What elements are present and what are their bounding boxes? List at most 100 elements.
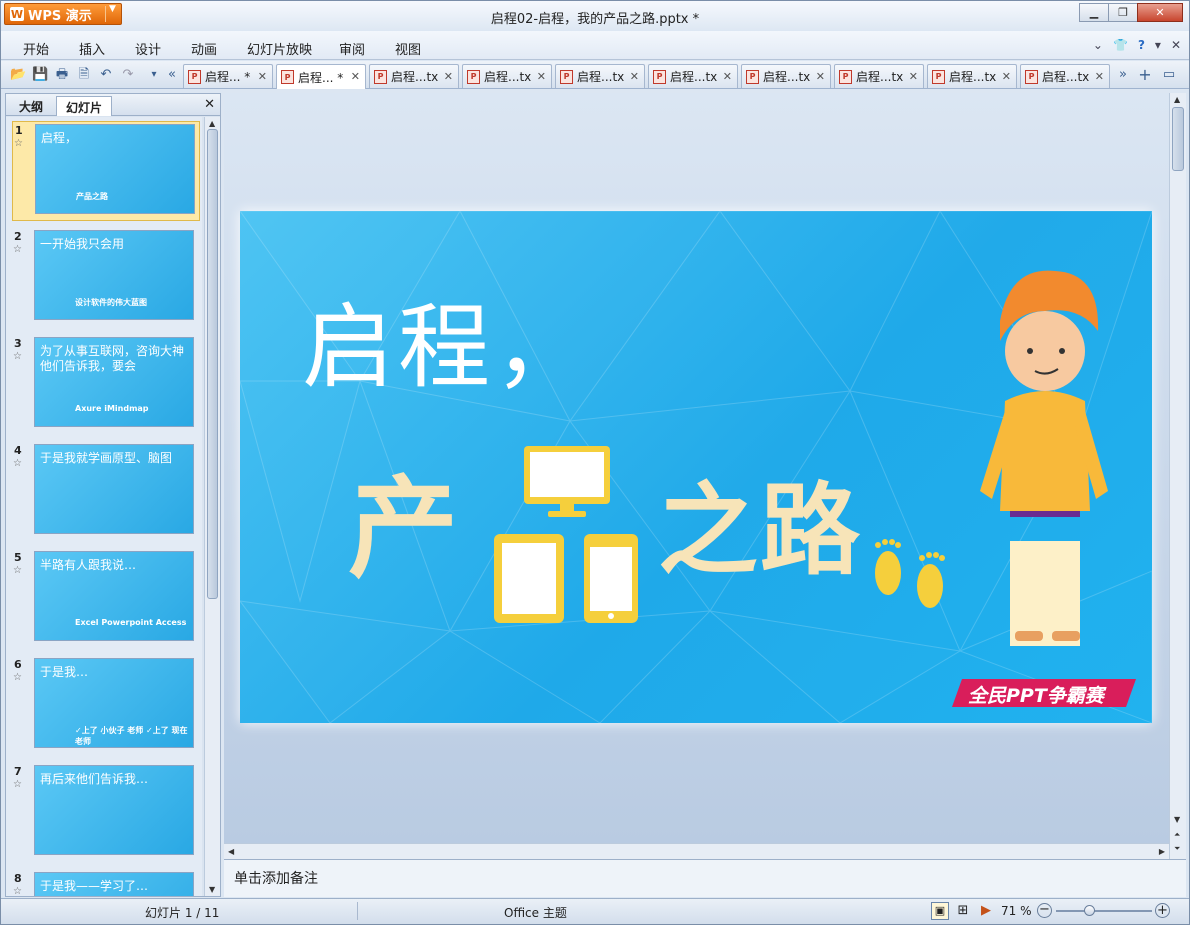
- slide-thumbnail[interactable]: 8 ☆ 于是我——学习了…: [12, 870, 200, 896]
- document-tab[interactable]: P 启程...tx ✕: [369, 64, 459, 88]
- thumbnail-list[interactable]: 1 ☆ 启程， 产品之路 2 ☆ 一开始我只会用 设计软件的伟大蓝图 3 ☆ 为了从事互联网，咨询大…: [6, 117, 202, 896]
- menu-home[interactable]: 开始: [23, 39, 49, 58]
- open-folder-icon[interactable]: 📂: [10, 67, 26, 83]
- slide-number: 6: [14, 658, 22, 671]
- zoom-out-icon[interactable]: −: [1037, 903, 1052, 918]
- document-tab[interactable]: P 启程...tx ✕: [927, 64, 1017, 88]
- slide-thumbnail[interactable]: 7 ☆ 再后来他们告诉我…: [12, 763, 200, 863]
- panel-scrollbar-thumb[interactable]: [207, 129, 218, 599]
- close-icon[interactable]: ✕: [1171, 38, 1181, 52]
- slide-thumbnail[interactable]: 5 ☆ 半路有人跟我说… Excel Powerpoint Access: [12, 549, 200, 649]
- document-tab[interactable]: P 启程...tx ✕: [555, 64, 645, 88]
- skin-icon[interactable]: 👕: [1113, 38, 1128, 52]
- print-preview-icon[interactable]: 🗎: [76, 67, 92, 83]
- minimize-button[interactable]: ▁: [1079, 3, 1109, 22]
- menu-animation[interactable]: 动画: [191, 39, 217, 58]
- tab-outline[interactable]: 大纲: [10, 96, 52, 116]
- slide-thumbnail[interactable]: 4 ☆ 于是我就学画原型、脑图: [12, 442, 200, 542]
- close-tab-icon[interactable]: ✕: [258, 70, 267, 83]
- document-tab[interactable]: P 启程...tx ✕: [834, 64, 924, 88]
- slide-thumbnail[interactable]: 3 ☆ 为了从事互联网，咨询大神他们告诉我，要会 Axure iMindmap: [12, 335, 200, 435]
- document-tab[interactable]: P 启程...tx ✕: [648, 64, 738, 88]
- slide-subtitle-right[interactable]: 之路: [658, 449, 862, 594]
- menu-design[interactable]: 设计: [135, 39, 161, 58]
- slide-sorter-icon[interactable]: ⊞: [954, 902, 972, 920]
- slide-title[interactable]: 启程，: [302, 273, 590, 406]
- zoom-in-icon[interactable]: +: [1155, 903, 1170, 918]
- close-tab-icon[interactable]: ✕: [444, 70, 453, 83]
- animation-star-icon: ☆: [13, 458, 22, 469]
- scroll-down-icon[interactable]: ▼: [1174, 815, 1180, 824]
- slide-thumbnail-image[interactable]: 于是我就学画原型、脑图: [34, 444, 194, 534]
- close-tab-icon[interactable]: ✕: [1095, 70, 1104, 83]
- slide-thumbnail[interactable]: 6 ☆ 于是我… ✓上了 小伙子 老师 ✓上了 现在 老师: [12, 656, 200, 756]
- close-tab-icon[interactable]: ✕: [1002, 70, 1011, 83]
- menu-insert[interactable]: 插入: [79, 39, 105, 58]
- slide-thumbnail-image[interactable]: 于是我——学习了…: [34, 872, 194, 896]
- normal-view-icon[interactable]: ▣: [931, 902, 949, 920]
- menu-right-tools: ⌄ 👕 ? ▾ ✕: [1093, 38, 1181, 52]
- close-tab-icon[interactable]: ✕: [723, 70, 732, 83]
- document-tab[interactable]: P 启程... * ✕: [183, 64, 273, 88]
- close-tab-icon[interactable]: ✕: [816, 70, 825, 83]
- document-tab[interactable]: P 启程... * ✕: [276, 64, 366, 89]
- panel-scrollbar[interactable]: ▲ ▼: [204, 117, 220, 896]
- save-icon[interactable]: 💾: [32, 67, 48, 83]
- new-tab-icon[interactable]: +: [1137, 67, 1153, 83]
- zoom-slider-thumb[interactable]: [1084, 905, 1096, 916]
- vertical-scrollbar-thumb[interactable]: [1172, 107, 1184, 171]
- slide-thumbnail-image[interactable]: 半路有人跟我说… Excel Powerpoint Access: [34, 551, 194, 641]
- undo-icon[interactable]: ↶: [98, 67, 114, 83]
- slide-thumbnail-image[interactable]: 于是我… ✓上了 小伙子 老师 ✓上了 现在 老师: [34, 658, 194, 748]
- window-title: 启程02-启程，我的产品之路.pptx *: [490, 12, 700, 27]
- document-tab[interactable]: P 启程...tx ✕: [462, 64, 552, 88]
- zoom-slider[interactable]: [1056, 910, 1152, 912]
- notes-pane[interactable]: 单击添加备注: [224, 859, 1186, 897]
- close-tab-icon[interactable]: ✕: [351, 70, 360, 83]
- print-icon[interactable]: 🖶: [54, 67, 70, 83]
- pptx-file-icon: P: [560, 69, 573, 84]
- scroll-right-icon[interactable]: ▶: [1159, 847, 1165, 856]
- slide-thumbnail-image[interactable]: 启程， 产品之路: [35, 124, 195, 214]
- notes-placeholder[interactable]: 单击添加备注: [234, 868, 318, 888]
- slide-editor-canvas[interactable]: 启程， 产 之路 全民PPT争霸赛: [224, 93, 1169, 843]
- menu-view[interactable]: 视图: [395, 39, 421, 58]
- next-slide-icon[interactable]: ⏷: [1174, 844, 1180, 854]
- pptx-file-icon: P: [374, 69, 387, 84]
- scroll-left-icon[interactable]: ◀: [228, 847, 234, 856]
- document-tab[interactable]: P 启程...tx ✕: [741, 64, 831, 88]
- scroll-up-icon[interactable]: ▲: [1174, 95, 1180, 104]
- previous-slide-icon[interactable]: ⏶: [1174, 830, 1180, 840]
- horizontal-scrollbar[interactable]: ◀ ▶: [224, 843, 1169, 859]
- slideshow-icon[interactable]: ▶: [977, 902, 995, 920]
- maximize-button[interactable]: ❐: [1108, 3, 1138, 22]
- tab-slides[interactable]: 幻灯片: [56, 96, 113, 116]
- tab-list-icon[interactable]: ▭: [1161, 67, 1177, 83]
- slide-thumbnail-image[interactable]: 为了从事互联网，咨询大神他们告诉我，要会 Axure iMindmap: [34, 337, 194, 427]
- document-tab-label: 启程... *: [205, 70, 251, 84]
- tab-scroll-right-icon[interactable]: »: [1115, 67, 1131, 83]
- scroll-down-icon[interactable]: ▼: [209, 885, 215, 894]
- redo-icon[interactable]: ↷: [120, 67, 136, 83]
- vertical-scrollbar[interactable]: ▲ ▼ ⏶ ⏷: [1169, 93, 1186, 859]
- close-tab-icon[interactable]: ✕: [630, 70, 639, 83]
- tab-scroll-left-icon[interactable]: «: [164, 67, 180, 83]
- close-tab-icon[interactable]: ✕: [909, 70, 918, 83]
- menu-review[interactable]: 审阅: [339, 39, 365, 58]
- slide-thumbnail[interactable]: 1 ☆ 启程， 产品之路: [12, 121, 200, 221]
- slide-thumbnail[interactable]: 2 ☆ 一开始我只会用 设计软件的伟大蓝图: [12, 228, 200, 328]
- help-icon[interactable]: ?: [1138, 38, 1145, 52]
- collapse-ribbon-icon[interactable]: ⌄: [1093, 38, 1103, 52]
- slide-thumbnail-image[interactable]: 再后来他们告诉我…: [34, 765, 194, 855]
- customize-toolbar-icon[interactable]: ▾: [146, 67, 162, 83]
- slide-thumbnail-image[interactable]: 一开始我只会用 设计软件的伟大蓝图: [34, 230, 194, 320]
- menu-slideshow[interactable]: 幻灯片放映: [247, 39, 312, 58]
- scroll-up-icon[interactable]: ▲: [209, 119, 215, 128]
- current-slide[interactable]: 启程， 产 之路 全民PPT争霸赛: [240, 211, 1152, 723]
- chevron-down-icon[interactable]: ▾: [1155, 38, 1161, 52]
- slide-subtitle-left[interactable]: 产: [348, 439, 458, 599]
- close-button[interactable]: ✕: [1137, 3, 1183, 22]
- close-tab-icon[interactable]: ✕: [537, 70, 546, 83]
- document-tab[interactable]: P 启程...tx ✕: [1020, 64, 1110, 88]
- close-icon[interactable]: ✕: [204, 97, 215, 112]
